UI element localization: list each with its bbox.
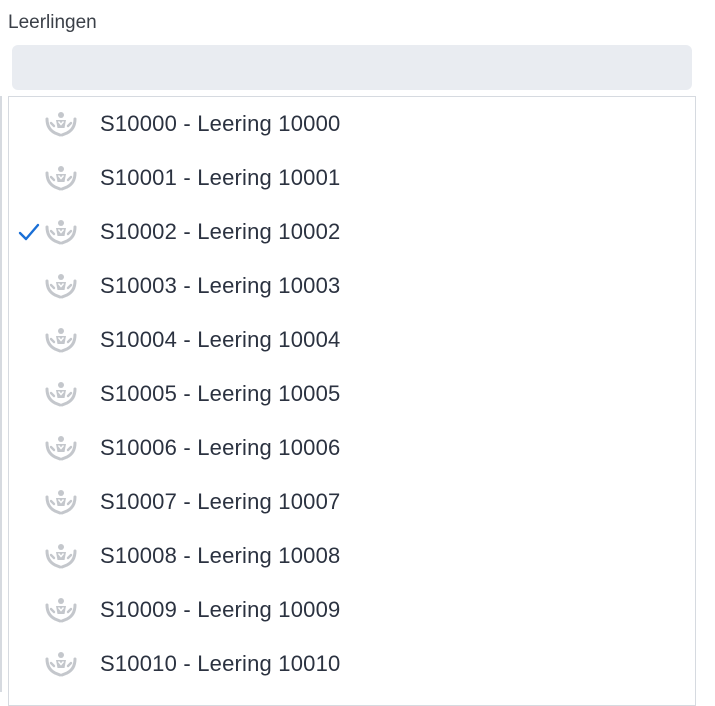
list-item[interactable]: S10002 - Leering 10002 [9, 205, 695, 259]
student-hands-icon [45, 274, 77, 299]
option-label: S10010 - Leering 10010 [100, 651, 341, 676]
student-hands-icon [45, 598, 77, 623]
student-hands-icon [45, 166, 77, 191]
option-label: S10004 - Leering 10004 [100, 327, 341, 352]
left-divider [0, 96, 2, 692]
search-input[interactable] [12, 45, 692, 90]
student-hands-icon [45, 544, 77, 569]
option-label: S10007 - Leering 10007 [100, 489, 341, 514]
list-item[interactable]: S10000 - Leering 10000 [9, 97, 695, 151]
checkmark-icon [18, 223, 40, 241]
list-item[interactable]: S10008 - Leering 10008 [9, 529, 695, 583]
list-item[interactable]: S10001 - Leering 10001 [9, 151, 695, 205]
student-hands-icon [45, 652, 77, 677]
student-hands-icon [45, 220, 77, 245]
option-label: S10001 - Leering 10001 [100, 165, 341, 190]
option-label: S10002 - Leering 10002 [100, 219, 341, 244]
option-label: S10009 - Leering 10009 [100, 597, 341, 622]
student-hands-icon [45, 328, 77, 353]
options-list: S10000 - Leering 10000 S10001 - Leering 1… [9, 97, 695, 691]
option-label: S10003 - Leering 10003 [100, 273, 341, 298]
options-dropdown[interactable]: S10000 - Leering 10000 S10001 - Leering 1… [8, 96, 696, 706]
student-hands-icon [45, 112, 77, 137]
student-hands-icon [45, 382, 77, 407]
student-hands-icon [45, 490, 77, 515]
field-label: Leerlingen [8, 12, 97, 33]
option-label: S10000 - Leering 10000 [100, 111, 341, 136]
list-item[interactable]: S10005 - Leering 10005 [9, 367, 695, 421]
list-item[interactable]: S10006 - Leering 10006 [9, 421, 695, 475]
option-label: S10008 - Leering 10008 [100, 543, 341, 568]
list-item[interactable]: S10003 - Leering 10003 [9, 259, 695, 313]
list-item[interactable]: S10004 - Leering 10004 [9, 313, 695, 367]
student-hands-icon [45, 436, 77, 461]
option-label: S10006 - Leering 10006 [100, 435, 341, 460]
list-item[interactable]: S10010 - Leering 10010 [9, 637, 695, 691]
list-item[interactable]: S10007 - Leering 10007 [9, 475, 695, 529]
list-item[interactable]: S10009 - Leering 10009 [9, 583, 695, 637]
option-label: S10005 - Leering 10005 [100, 381, 341, 406]
